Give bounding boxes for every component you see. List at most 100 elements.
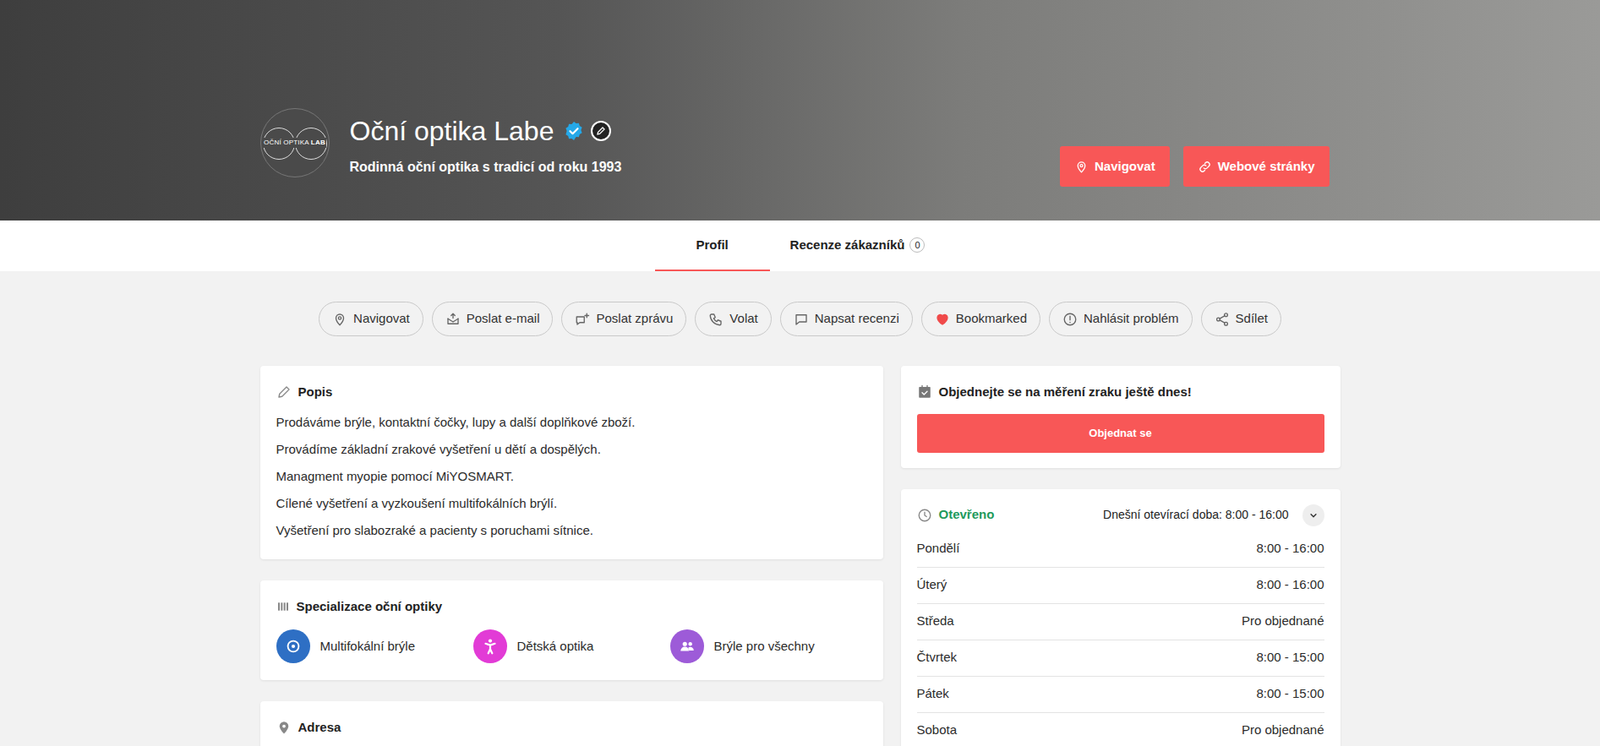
- calendar-icon: [917, 384, 933, 400]
- logo-bold-word: LAB: [311, 138, 326, 147]
- chevron-icon[interactable]: [1302, 504, 1325, 527]
- description-line: Vyšetření pro slabozraké a pacienty s po…: [276, 517, 868, 545]
- logo-word: OČNÍ OPTIKA: [263, 138, 309, 147]
- action-label: Poslat e-mail: [466, 309, 541, 329]
- business-subtitle: Rodinná oční optika s tradicí od roku 19…: [349, 157, 623, 178]
- opening-hours-card: Otevřeno Dnešní otevírací doba: 8:00 - 16…: [901, 489, 1341, 746]
- tab[interactable]: Recenze zákazníků0: [769, 220, 946, 272]
- tab-label: Recenze zákazníků: [790, 235, 906, 256]
- description-card: Popis Prodáváme brýle, kontaktní čočky, l…: [260, 365, 884, 560]
- booking-card: Objednejte se na měření zraku ještě dnes…: [901, 365, 1341, 469]
- specializations-card: Specializace oční optiky Multifokální brý…: [260, 580, 884, 682]
- verified-icon: [563, 120, 585, 142]
- specialization-label: Dětská optika: [517, 637, 595, 657]
- tab-label: Profil: [695, 235, 728, 256]
- action-button[interactable]: Volat: [694, 301, 771, 337]
- card-title: Specializace oční optiky: [296, 597, 443, 618]
- mail-icon: [445, 311, 461, 328]
- button-label: Objednat se: [1088, 426, 1152, 440]
- hours-row: Úterý 8:00 - 16:00: [917, 567, 1325, 605]
- columns-icon: [276, 600, 290, 614]
- content: Popis Prodáváme brýle, kontaktní čočky, l…: [260, 365, 1341, 746]
- specialization-label: Brýle pro všechny: [714, 637, 815, 657]
- time: Pro objednané: [1241, 611, 1325, 632]
- action-bar: Navigovat Poslat e-mail Poslat zprávu Volat…: [0, 301, 1600, 337]
- action-label: Poslat zprávu: [595, 309, 673, 329]
- chat-icon: [793, 311, 809, 328]
- card-title: Popis: [298, 382, 334, 403]
- heart-icon: [934, 311, 951, 328]
- action-button[interactable]: Poslat zprávu: [561, 301, 687, 337]
- logo: OČNÍ OPTIKA LAB: [260, 108, 330, 178]
- day: Středa: [917, 611, 955, 632]
- action-label: Navigovat: [353, 309, 410, 329]
- hours-row: Sobota Pro objednané: [917, 713, 1325, 746]
- pin-icon: [332, 311, 348, 328]
- time: 8:00 - 16:00: [1255, 575, 1324, 596]
- location-icon: [276, 720, 292, 736]
- open-status: Otevřeno: [939, 505, 995, 525]
- description-line: Prodáváme brýle, kontaktní čočky, lupy a…: [276, 409, 868, 437]
- pin-icon: [1074, 159, 1089, 175]
- address-card: Adresa: [260, 701, 884, 746]
- link-icon: [1197, 159, 1213, 175]
- clock-icon: [917, 507, 933, 524]
- tab-bar: Profil Recenze zákazníků0: [0, 220, 1600, 272]
- day: Sobota: [917, 720, 958, 741]
- phone-icon: [708, 311, 724, 328]
- title-block: Oční optika Labe Rodinná oční optika s tr…: [349, 108, 623, 178]
- action-button[interactable]: Navigovat: [318, 301, 424, 337]
- action-label: Sdílet: [1235, 309, 1268, 329]
- action-label: Nahlásit problém: [1083, 309, 1180, 329]
- edit-icon[interactable]: [590, 120, 612, 142]
- target-icon: [283, 637, 303, 656]
- hours-row: Čtvrtek 8:00 - 15:00: [917, 640, 1325, 678]
- share-icon: [1214, 311, 1230, 328]
- specialization-item: Brýle pro všechny: [670, 629, 868, 664]
- pencil-icon: [276, 384, 292, 400]
- action-button[interactable]: Bookmarked: [921, 301, 1041, 337]
- description-line: Provádíme základní zrakové vyšetření u d…: [276, 436, 868, 464]
- description-line: Cílené vyšetření a vyzkoušení multifokál…: [276, 490, 868, 518]
- action-label: Napsat recenzi: [814, 309, 900, 329]
- action-label: Bookmarked: [955, 309, 1027, 329]
- navigate-button[interactable]: Navigovat: [1059, 146, 1170, 187]
- description-line: Managment myopie pomocí MiYOSMART.: [276, 463, 868, 491]
- action-button[interactable]: Sdílet: [1201, 301, 1282, 337]
- day: Úterý: [917, 575, 948, 596]
- website-button[interactable]: Webové stránky: [1183, 146, 1330, 187]
- button-label: Webové stránky: [1217, 157, 1316, 177]
- card-title: Objednejte se na měření zraku ještě dnes…: [939, 382, 1192, 403]
- time: Pro objednané: [1241, 720, 1325, 741]
- specialization-item: Dětská optika: [473, 629, 671, 664]
- message-icon: [574, 311, 590, 328]
- action-label: Volat: [729, 309, 758, 329]
- time: 8:00 - 16:00: [1255, 539, 1324, 559]
- group-icon: [677, 637, 697, 656]
- button-label: Navigovat: [1094, 157, 1156, 177]
- book-button[interactable]: Objednat se: [917, 414, 1325, 454]
- today-hours: Dnešní otevírací doba: 8:00 - 16:00: [1103, 506, 1289, 525]
- action-button[interactable]: Nahlásit problém: [1048, 301, 1193, 337]
- time: 8:00 - 15:00: [1255, 648, 1324, 668]
- action-button[interactable]: Poslat e-mail: [431, 301, 554, 337]
- alert-icon: [1062, 311, 1078, 328]
- day: Pondělí: [917, 539, 961, 559]
- tab[interactable]: Profil: [655, 220, 770, 272]
- logo-text: OČNÍ OPTIKA LAB: [262, 137, 327, 148]
- action-button[interactable]: Napsat recenzi: [780, 301, 913, 337]
- review-count-badge: 0: [909, 237, 925, 253]
- hours-row: Pátek 8:00 - 15:00: [917, 677, 1325, 714]
- day: Čtvrtek: [917, 648, 958, 668]
- child-icon: [480, 637, 500, 656]
- specialization-item: Multifokální brýle: [276, 629, 474, 664]
- hero-banner: OČNÍ OPTIKA LAB Oční optika Labe Rodinná o…: [0, 0, 1600, 221]
- hours-row: Středa Pro objednané: [917, 604, 1325, 641]
- card-title: Adresa: [298, 718, 342, 738]
- hours-row: Pondělí 8:00 - 16:00: [917, 531, 1325, 568]
- time: 8:00 - 15:00: [1255, 684, 1324, 705]
- business-title: Oční optika Labe: [349, 114, 555, 148]
- day: Pátek: [917, 684, 950, 705]
- hero-buttons: Navigovat Webové stránky: [1059, 146, 1329, 187]
- specialization-label: Multifokální brýle: [320, 637, 416, 657]
